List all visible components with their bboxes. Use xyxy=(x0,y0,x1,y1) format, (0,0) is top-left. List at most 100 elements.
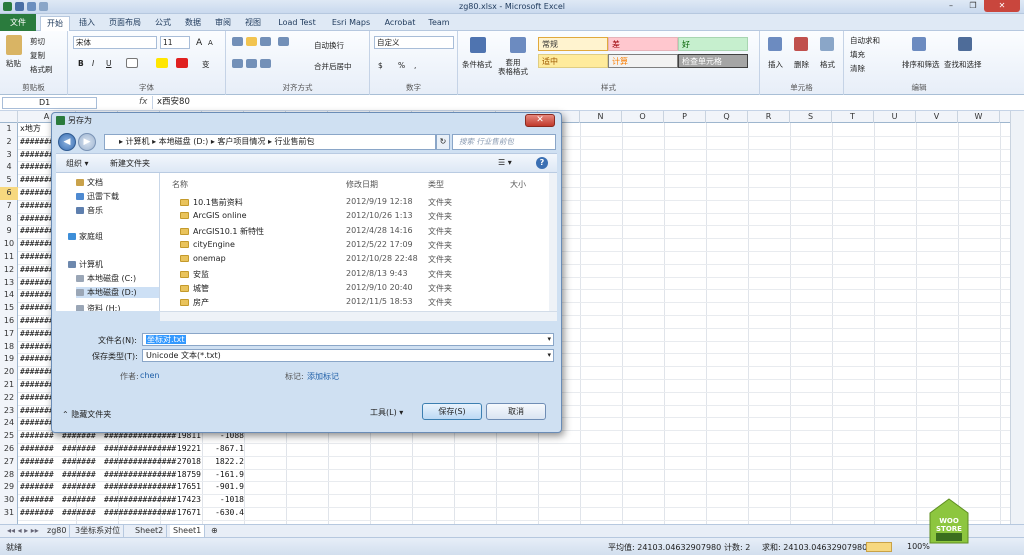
minimize-button[interactable]: – xyxy=(940,0,962,12)
chevron-down-icon[interactable]: ▾ xyxy=(547,334,551,345)
percent-button[interactable]: % xyxy=(398,61,405,70)
clear-button[interactable]: 清除 xyxy=(850,63,865,74)
shrink-font-button[interactable]: A xyxy=(208,39,213,47)
cell-a23[interactable]: ####### xyxy=(20,405,54,418)
forward-icon[interactable]: ▶ xyxy=(78,133,96,151)
cell-d30[interactable]: 17423 xyxy=(165,494,201,507)
help-icon[interactable]: ? xyxy=(536,157,548,169)
align-center-icon[interactable] xyxy=(246,59,257,68)
row-header-8[interactable]: 8 xyxy=(0,213,18,226)
format-cells-button[interactable]: 格式 xyxy=(820,59,835,70)
cell-a25[interactable]: ####### xyxy=(20,430,54,443)
fill-color-icon[interactable] xyxy=(156,58,168,68)
font-name-select[interactable]: 宋体 xyxy=(73,36,157,49)
font-color-icon[interactable] xyxy=(176,58,188,68)
fx-icon[interactable]: fx xyxy=(139,97,148,107)
sort-filter-button[interactable]: 排序和筛选 xyxy=(902,59,940,70)
row-header-11[interactable]: 11 xyxy=(0,251,18,264)
sheet-tab-sheet1[interactable]: Sheet1 xyxy=(170,525,206,537)
format-cells-icon[interactable] xyxy=(820,37,834,51)
paste-button[interactable]: 粘贴 xyxy=(6,58,21,69)
file-row[interactable]: ArcGIS10.1 新特性 2012/4/28 14:16 文件夹 xyxy=(160,224,550,238)
style-bad[interactable]: 差 xyxy=(608,37,678,51)
organize-button[interactable]: 组织 ▾ xyxy=(66,158,89,169)
cell-a14[interactable]: ####### xyxy=(20,289,54,302)
row-header-29[interactable]: 29 xyxy=(0,481,18,494)
nav-item-0[interactable]: 文档 xyxy=(76,177,103,188)
column-header-p[interactable]: P xyxy=(664,111,706,123)
underline-button[interactable]: U xyxy=(106,59,112,68)
hide-folders-toggle[interactable]: ⌃ 隐藏文件夹 xyxy=(62,409,111,420)
cell-e30[interactable]: -1018 xyxy=(208,494,244,507)
cell-a31[interactable]: ####### xyxy=(20,507,54,520)
cell-e28[interactable]: -161.9 xyxy=(208,469,244,482)
row-header-5[interactable]: 5 xyxy=(0,174,18,187)
file-row[interactable]: ArcGIS online 2012/10/26 1:13 文件夹 xyxy=(160,209,550,223)
cell-a4[interactable]: ####### xyxy=(20,161,54,174)
style-check-cell[interactable]: 检查单元格 xyxy=(678,54,748,68)
cell-d31[interactable]: 17671 xyxy=(165,507,201,520)
select-all-corner[interactable] xyxy=(0,111,18,123)
cell-b28[interactable]: ####### xyxy=(62,469,96,482)
col-type-header[interactable]: 类型 xyxy=(428,179,444,190)
nav-item-5[interactable]: 本地磁盘 (C:) xyxy=(76,273,136,284)
tools-dropdown[interactable]: 工具(L) ▾ xyxy=(370,407,403,418)
align-left-icon[interactable] xyxy=(232,59,243,68)
row-header-21[interactable]: 21 xyxy=(0,379,18,392)
nav-item-1[interactable]: 迅雷下载 xyxy=(76,191,119,202)
tab-insert[interactable]: 插入 xyxy=(74,16,100,31)
insert-cells-button[interactable]: 插入 xyxy=(768,59,783,70)
row-header-12[interactable]: 12 xyxy=(0,264,18,277)
row-header-24[interactable]: 24 xyxy=(0,417,18,430)
cell-a30[interactable]: ####### xyxy=(20,494,54,507)
name-box[interactable]: D1 xyxy=(2,97,97,109)
restore-button[interactable]: ❐ xyxy=(962,0,984,12)
col-size-header[interactable]: 大小 xyxy=(510,179,526,190)
file-row[interactable]: 安监 2012/8/13 9:43 文件夹 xyxy=(160,267,550,281)
cell-a5[interactable]: ####### xyxy=(20,174,54,187)
paste-icon[interactable] xyxy=(6,35,22,55)
cell-b31[interactable]: ####### xyxy=(62,507,96,520)
file-row[interactable]: 城管 2012/9/10 20:40 文件夹 xyxy=(160,281,550,295)
file-row[interactable]: 10.1售前资料 2012/9/19 12:18 文件夹 xyxy=(160,195,550,209)
author-value[interactable]: chen xyxy=(140,371,159,380)
row-header-6[interactable]: 6 xyxy=(0,187,18,200)
file-row[interactable]: 房产 2012/11/5 18:53 文件夹 xyxy=(160,295,550,309)
delete-cells-button[interactable]: 删除 xyxy=(794,59,809,70)
close-button[interactable]: ✕ xyxy=(984,0,1020,12)
cell-b26[interactable]: ####### xyxy=(62,443,96,456)
orientation-icon[interactable] xyxy=(278,37,289,46)
row-header-30[interactable]: 30 xyxy=(0,494,18,507)
cell-a21[interactable]: ####### xyxy=(20,379,54,392)
tab-esri-maps[interactable]: Esri Maps xyxy=(326,16,376,31)
vertical-scrollbar[interactable] xyxy=(1010,111,1024,524)
fill-button[interactable]: 填充 xyxy=(850,49,865,60)
cell-d29[interactable]: 17651 xyxy=(165,481,201,494)
merge-center-button[interactable]: 合并后居中 xyxy=(314,61,352,72)
file-list-scrollbar[interactable] xyxy=(549,173,557,311)
cell-a13[interactable]: ####### xyxy=(20,277,54,290)
row-header-9[interactable]: 9 xyxy=(0,225,18,238)
align-bottom-icon[interactable] xyxy=(260,37,271,46)
italic-button[interactable]: I xyxy=(92,59,94,68)
column-header-t[interactable]: T xyxy=(832,111,874,123)
column-header-w[interactable]: W xyxy=(958,111,1000,123)
cut-button[interactable]: 剪切 xyxy=(30,36,45,47)
cell-a24[interactable]: ####### xyxy=(20,417,54,430)
cell-a1[interactable]: x地方 xyxy=(20,123,41,136)
row-header-26[interactable]: 26 xyxy=(0,443,18,456)
cell-a10[interactable]: ####### xyxy=(20,238,54,251)
row-header-28[interactable]: 28 xyxy=(0,469,18,482)
cell-e31[interactable]: -630.4 xyxy=(208,507,244,520)
file-row[interactable]: onemap 2012/10/28 22:48 文件夹 xyxy=(160,252,550,266)
row-header-7[interactable]: 7 xyxy=(0,200,18,213)
tab-page-layout[interactable]: 页面布局 xyxy=(104,16,146,31)
cell-a3[interactable]: ####### xyxy=(20,149,54,162)
cell-a11[interactable]: ####### xyxy=(20,251,54,264)
tab-formulas[interactable]: 公式 xyxy=(150,16,176,31)
address-bar[interactable]: ▸ 计算机 ▸ 本地磁盘 (D:) ▸ 客户项目情况 ▸ 行业售前包 xyxy=(104,134,436,150)
format-painter-button[interactable]: 格式刷 xyxy=(30,64,53,75)
find-select-icon[interactable] xyxy=(958,37,972,51)
currency-button[interactable]: $ xyxy=(378,61,383,70)
cell-d27[interactable]: 27018 xyxy=(165,456,201,469)
